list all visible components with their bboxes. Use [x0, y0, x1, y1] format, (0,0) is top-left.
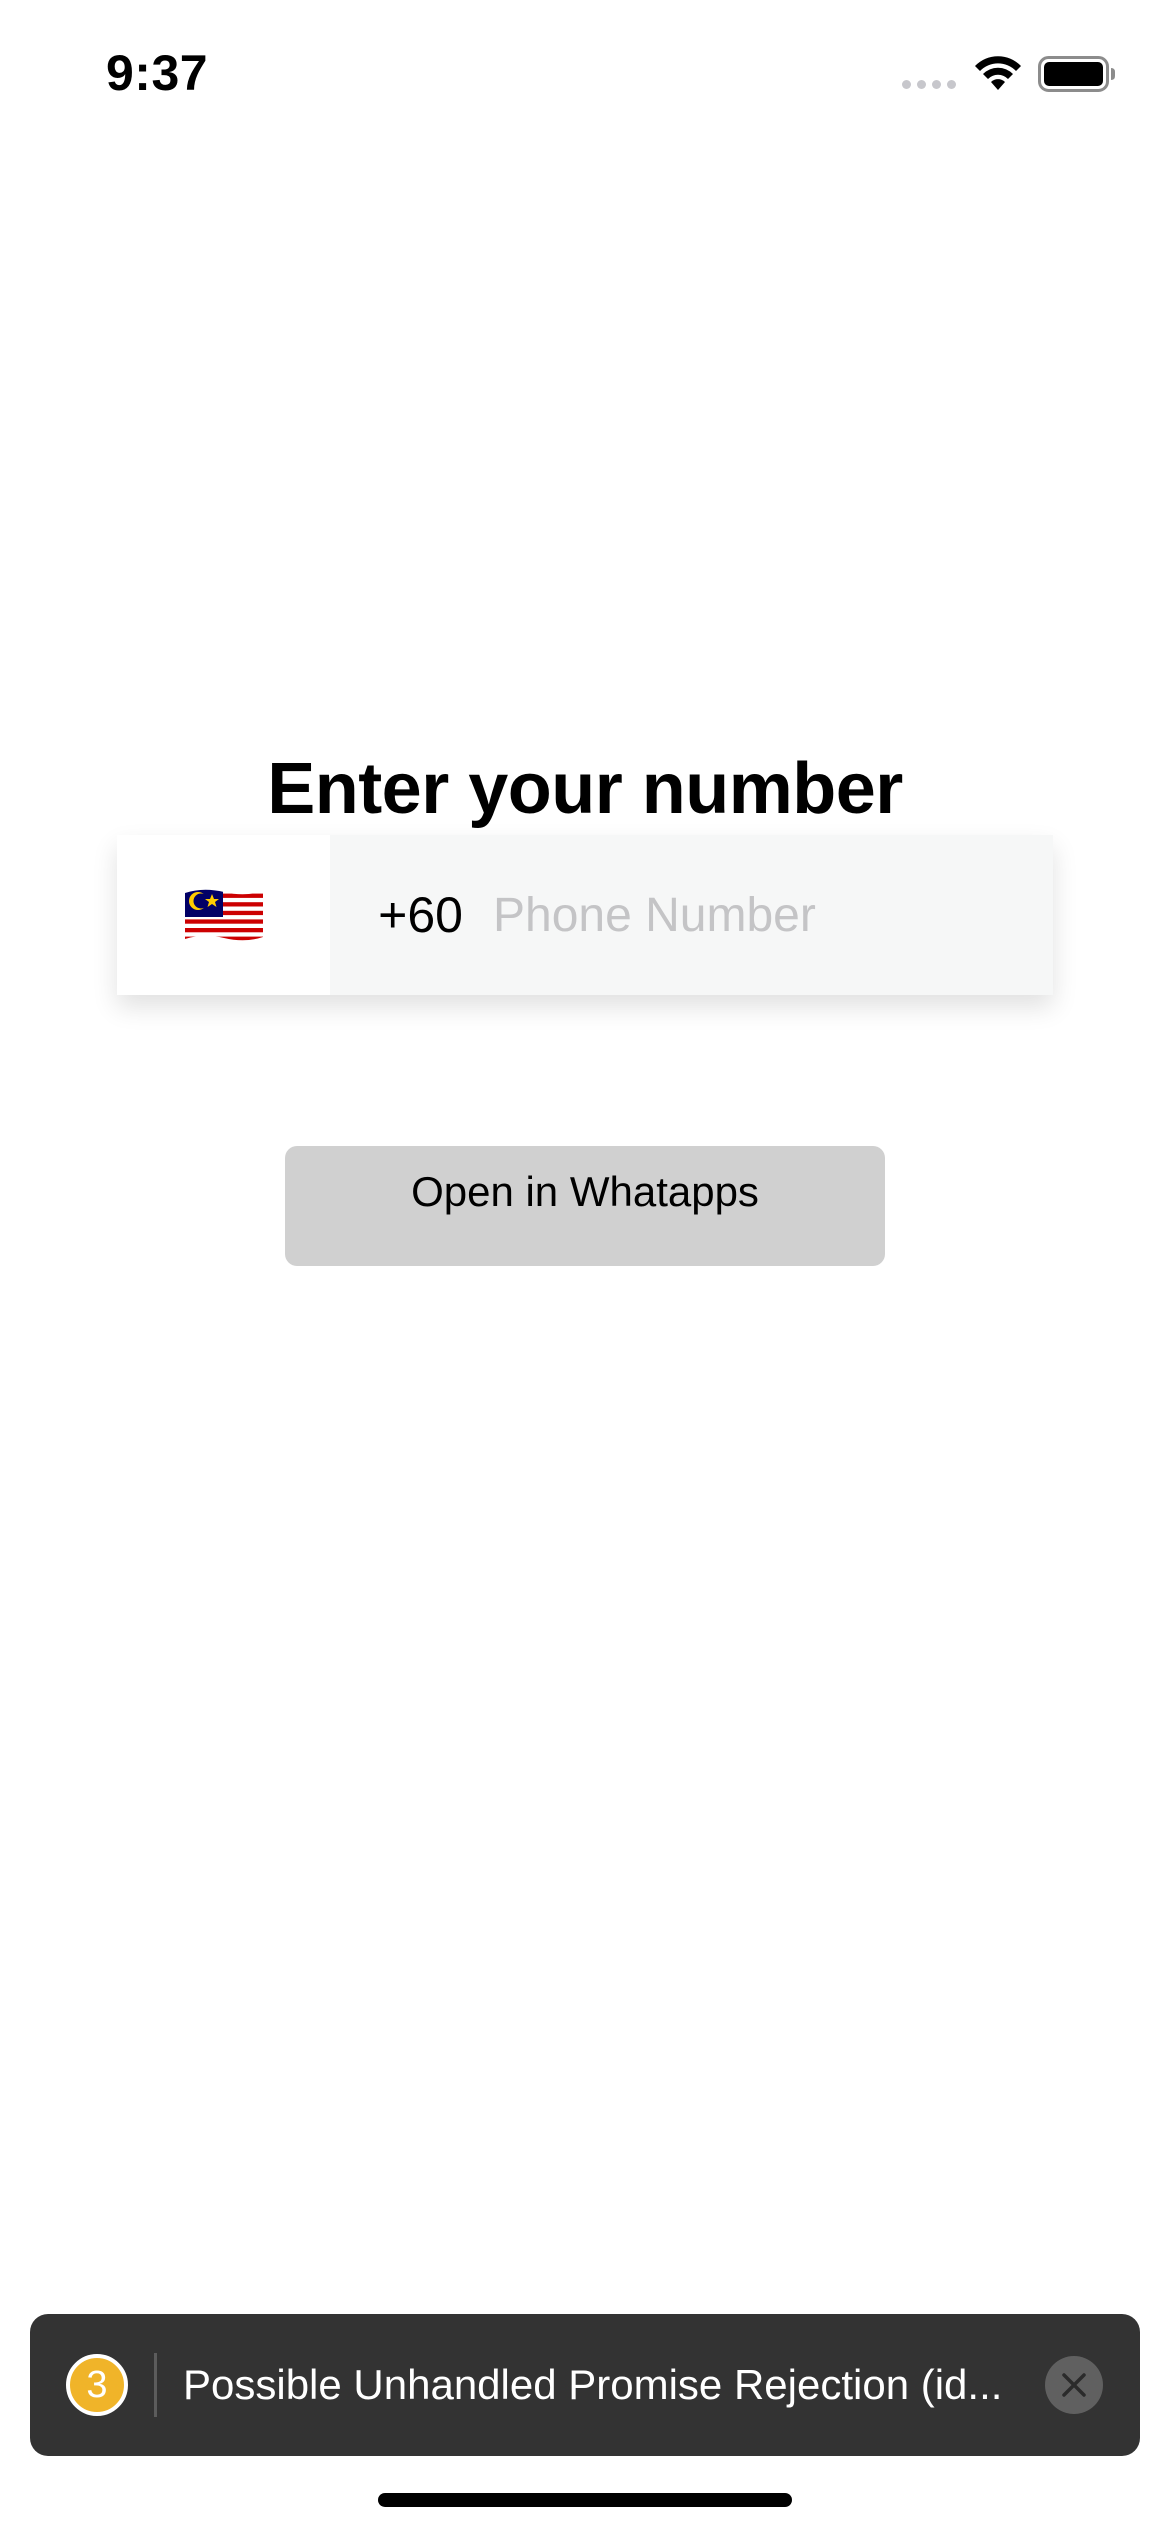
country-code: +60 [378, 887, 463, 943]
close-icon[interactable] [1045, 2356, 1103, 2414]
phone-number-input[interactable] [493, 887, 1053, 943]
wifi-icon [975, 56, 1021, 90]
toast-message: Possible Unhandled Promise Rejection (id… [183, 2361, 1003, 2408]
page-title: Enter your number [267, 749, 903, 829]
malaysia-flag-icon [184, 889, 263, 941]
cellular-signal-icon [902, 80, 956, 89]
phone-input-row: +60 [117, 835, 1053, 995]
country-picker[interactable] [117, 835, 331, 995]
home-indicator[interactable] [378, 2493, 792, 2507]
warning-count-badge: 3 [66, 2354, 128, 2416]
battery-icon [1038, 56, 1115, 92]
open-in-whatsapp-button[interactable]: Open in Whatapps [285, 1146, 885, 1266]
status-time: 9:37 [106, 45, 209, 101]
status-bar: 9:37 [0, 0, 1170, 150]
toast-divider [154, 2353, 157, 2417]
warning-toast[interactable]: 3 Possible Unhandled Promise Rejection (… [30, 2314, 1140, 2456]
phone-number-field: +60 [330, 835, 1053, 995]
